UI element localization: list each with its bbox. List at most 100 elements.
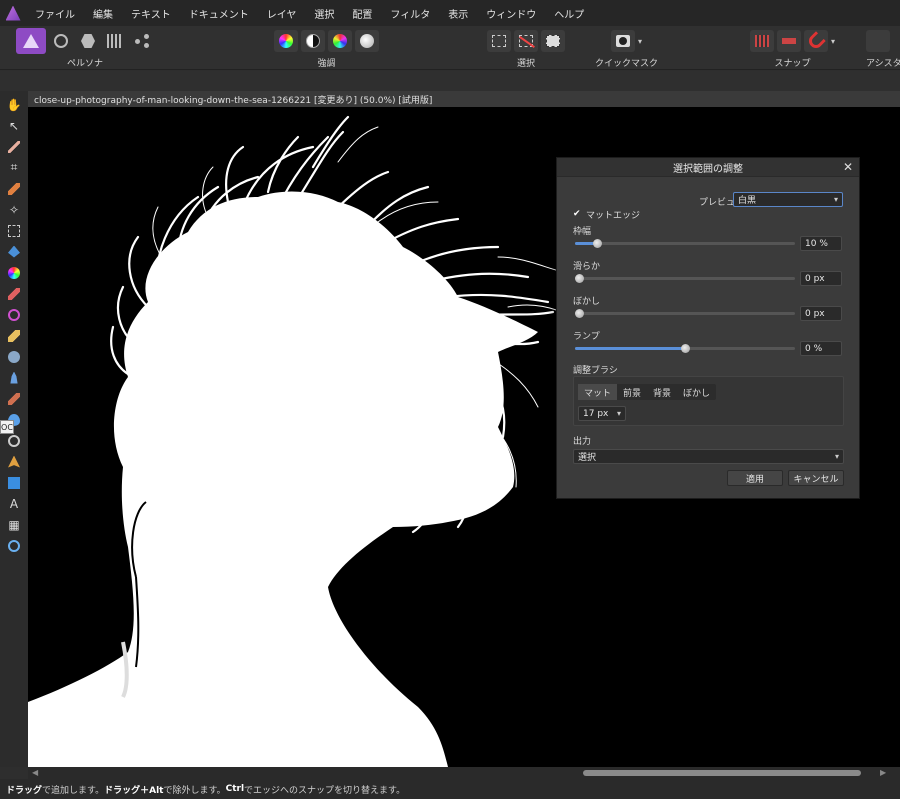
auto-levels-icon[interactable] [274, 30, 298, 52]
preview-value: 白黒 [738, 196, 757, 206]
select-all-icon[interactable] [487, 30, 511, 52]
feather-slider[interactable] [575, 309, 795, 318]
menu-view[interactable]: 表示 [439, 6, 477, 21]
auto-colors-icon[interactable] [328, 30, 352, 52]
slider-knob[interactable] [575, 309, 584, 318]
smoothness-slider[interactable] [575, 274, 795, 283]
paint-brush-tool-icon[interactable] [4, 284, 24, 303]
rectangle-tool-icon[interactable] [4, 473, 24, 492]
smoothness-value[interactable]: 0 px [800, 271, 842, 286]
document-title: close-up-photography-of-man-looking-down… [34, 95, 433, 106]
photo-persona-icon[interactable] [16, 28, 46, 54]
snap-options-icon[interactable] [777, 30, 801, 52]
dialog-titlebar[interactable]: 選択範囲の調整 ✕ [557, 158, 859, 177]
gradient-tool-icon[interactable] [4, 263, 24, 282]
menu-file[interactable]: ファイル [26, 6, 84, 21]
brush-size-select[interactable]: 17 px ▾ [578, 406, 626, 421]
status-text-snap: でエッジへのスナップを切り替えます。 [244, 785, 406, 796]
preview-select[interactable]: 白黒 ▾ [733, 192, 843, 207]
slider-knob[interactable] [593, 239, 602, 248]
color-picker-tool-icon[interactable] [4, 137, 24, 156]
deselect-icon[interactable] [514, 30, 538, 52]
brush-mode-background[interactable]: 背景 [647, 384, 677, 400]
ramp-slider[interactable] [575, 344, 795, 353]
apply-button[interactable]: 適用 [727, 470, 783, 486]
status-bar: ドラッグ で追加します。 ドラッグ＋Alt で除外します。 Ctrl でエッジへ… [0, 779, 900, 799]
refine-selection-dialog: 選択範囲の調整 ✕ プレビュー 白黒 ▾ ✔ マットエッジ 枠幅 10 % 滑ら… [556, 157, 860, 499]
export-persona-icon[interactable] [130, 30, 154, 52]
crop-tool-icon[interactable]: ⌗ [4, 158, 24, 177]
move-tool-icon[interactable]: ↖ [4, 116, 24, 135]
horizontal-scrollbar[interactable]: ◀ ▶ [28, 767, 900, 779]
ramp-value[interactable]: 0 % [800, 341, 842, 356]
slider-knob[interactable] [575, 274, 584, 283]
mesh-warp-tool-icon[interactable]: ▦ [4, 515, 24, 534]
menu-filters[interactable]: フィルタ [381, 6, 439, 21]
feather-label: ぼかし [573, 297, 601, 307]
close-icon[interactable]: ✕ [843, 160, 853, 174]
menu-help[interactable]: ヘルプ [545, 6, 593, 21]
snapping-dropdown-icon[interactable]: ▾ [831, 37, 835, 46]
quick-mask-dropdown-icon[interactable]: ▾ [638, 37, 642, 46]
quick-mask-icon[interactable] [611, 30, 635, 52]
persona-label: ペルソナ [66, 59, 103, 69]
cancel-button[interactable]: キャンセル [788, 470, 844, 486]
invert-selection-icon[interactable] [541, 30, 565, 52]
border-width-label: 枠幅 [573, 227, 592, 237]
brush-mode-feather[interactable]: ぼかし [677, 384, 716, 400]
status-ctrl: Ctrl [225, 784, 245, 794]
matte-edge-checkbox[interactable]: ✔ [573, 210, 582, 219]
assistant-icon[interactable] [866, 30, 890, 52]
feather-value[interactable]: 0 px [800, 306, 842, 321]
quickmask-label: クイックマスク [595, 59, 659, 69]
liquify-persona-icon[interactable] [49, 30, 73, 52]
menu-select[interactable]: 選択 [305, 6, 343, 21]
snapping-magnet-icon[interactable] [804, 30, 828, 52]
assistant-label: アシスタン [866, 59, 900, 69]
color-replacement-tool-icon[interactable] [4, 305, 24, 324]
zoom-tool-icon[interactable] [4, 536, 24, 555]
status-text-add: で追加します。 [42, 785, 105, 796]
menu-window[interactable]: ウィンドウ [477, 6, 545, 21]
smoothness-label: 滑らか [573, 262, 601, 272]
flood-select-tool-icon[interactable]: ✧ [4, 200, 24, 219]
text-tool-icon[interactable]: A [4, 494, 24, 513]
scroll-left-icon[interactable]: ◀ [32, 768, 38, 777]
assistant-group: アシスタン [866, 28, 900, 69]
output-label: 出力 [573, 437, 592, 447]
develop-persona-icon[interactable] [76, 30, 100, 52]
document-tab[interactable]: close-up-photography-of-man-looking-down… [28, 91, 900, 107]
flood-fill-tool-icon[interactable] [4, 242, 24, 261]
brush-mode-matte[interactable]: マット [578, 384, 618, 400]
auto-contrast-icon[interactable] [301, 30, 325, 52]
pen-tool-icon[interactable] [4, 452, 24, 471]
output-value: 選択 [578, 453, 597, 463]
scroll-right-icon[interactable]: ▶ [880, 768, 886, 777]
grid-icon[interactable] [750, 30, 774, 52]
selection-brush-tool-icon[interactable] [4, 179, 24, 198]
menu-arrange[interactable]: 配置 [343, 6, 381, 21]
rectangular-marquee-tool-icon[interactable] [4, 221, 24, 240]
healing-brush-tool-icon[interactable] [4, 389, 24, 408]
menu-text[interactable]: テキスト [122, 6, 180, 21]
clone-brush-tool-icon[interactable] [4, 368, 24, 387]
matte-edge-row: ✔ マットエッジ [573, 208, 640, 222]
menu-layer[interactable]: レイヤ [258, 6, 306, 21]
border-width-slider[interactable] [575, 239, 795, 248]
dodge-brush-tool-icon[interactable] [4, 347, 24, 366]
slider-knob[interactable] [681, 344, 690, 353]
app-logo-icon [0, 0, 26, 26]
menu-edit[interactable]: 編集 [84, 6, 122, 21]
enhance-group: 強調 [274, 28, 379, 69]
scrollbar-thumb[interactable] [583, 770, 861, 776]
erase-brush-tool-icon[interactable] [4, 326, 24, 345]
menu-bar: ファイル 編集 テキスト ドキュメント レイヤ 選択 配置 フィルタ 表示 ウィ… [0, 0, 900, 26]
output-select[interactable]: 選択 ▾ [573, 449, 844, 464]
tone-mapping-persona-icon[interactable] [103, 30, 127, 52]
menu-document[interactable]: ドキュメント [180, 6, 258, 21]
border-width-value[interactable]: 10 % [800, 236, 842, 251]
auto-white-balance-icon[interactable] [355, 30, 379, 52]
brush-mode-foreground[interactable]: 前景 [617, 384, 647, 400]
hand-tool-icon[interactable]: ✋ [4, 95, 24, 114]
select-label: 選択 [516, 59, 535, 69]
